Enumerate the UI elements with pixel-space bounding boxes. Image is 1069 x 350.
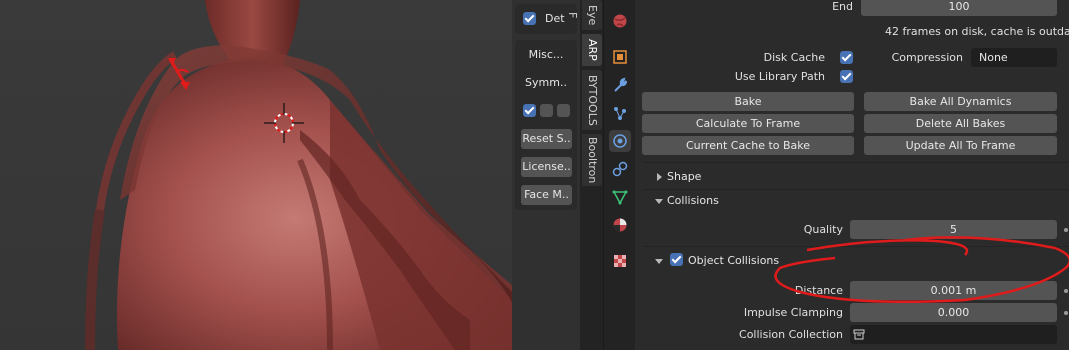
sidebar-tabs: Eye F ARP BYTOOLS Booltron — [566, 0, 603, 350]
end-label: End — [832, 0, 853, 13]
calculate-to-frame-button[interactable]: Calculate To Frame — [642, 114, 854, 133]
divider — [643, 246, 1069, 247]
cache-status-text: 42 frames on disk, cache is outdated! — [885, 25, 1069, 38]
det-row: Det — [515, 4, 577, 34]
shape-section-header[interactable]: Shape — [635, 166, 1069, 188]
quality-field[interactable]: 5 — [850, 220, 1057, 239]
compression-label: Compression — [891, 51, 963, 64]
collisions-section-header[interactable]: Collisions — [635, 190, 1069, 212]
constraints-icon[interactable] — [609, 158, 631, 180]
use-library-path-label: Use Library Path — [734, 70, 825, 83]
bake-all-dynamics-button[interactable]: Bake All Dynamics — [864, 92, 1057, 111]
current-cache-to-bake-button[interactable]: Current Cache to Bake — [642, 136, 854, 155]
quality-label: Quality — [803, 223, 843, 236]
sidebar-panel: Det Misc... Symm.. Reset S.. License.. F… — [512, 0, 580, 350]
object-collisions-checkbox[interactable] — [670, 253, 683, 266]
disk-cache-checkbox[interactable] — [840, 51, 853, 64]
keyframe-dot-icon[interactable] — [1064, 228, 1068, 232]
symmetry-button[interactable]: Symm.. — [515, 76, 577, 89]
physics-icon[interactable] — [609, 130, 631, 152]
keyframe-dot-icon[interactable] — [1064, 289, 1068, 293]
texture-icon[interactable] — [609, 250, 631, 272]
chevron-down-icon — [655, 199, 663, 204]
tool-buttons-block: Misc... Symm.. Reset S.. License.. Face … — [515, 40, 577, 210]
compression-select[interactable]: None — [971, 48, 1057, 67]
divider — [643, 162, 1069, 163]
viewport-render — [85, 0, 512, 350]
collisions-title: Collisions — [667, 194, 719, 207]
shape-title: Shape — [667, 170, 702, 183]
chevron-right-icon — [657, 173, 662, 181]
distance-label: Distance — [794, 284, 843, 297]
bake-button[interactable]: Bake — [642, 92, 854, 111]
object-collisions-header[interactable]: Object Collisions — [635, 250, 1069, 272]
option-checkbox-2[interactable] — [540, 104, 553, 117]
world-icon[interactable] — [609, 10, 631, 32]
chevron-down-icon — [655, 259, 663, 264]
3d-viewport[interactable] — [0, 0, 512, 350]
tab-bytools[interactable]: BYTOOLS — [582, 70, 602, 130]
license-button[interactable]: License.. — [521, 157, 572, 177]
modifier-icon[interactable] — [609, 74, 631, 96]
collection-icon — [853, 329, 865, 340]
det-checkbox[interactable] — [523, 12, 536, 25]
keyframe-dot-icon[interactable] — [1064, 311, 1068, 315]
object-collisions-title: Object Collisions — [688, 254, 780, 267]
disk-cache-label: Disk Cache — [763, 51, 825, 64]
collision-collection-field[interactable] — [850, 325, 1057, 344]
use-library-path-checkbox[interactable] — [840, 70, 853, 83]
reset-button[interactable]: Reset S.. — [521, 129, 572, 149]
collision-collection-label: Collision Collection — [739, 328, 843, 341]
data-icon[interactable] — [609, 186, 631, 208]
delete-all-bakes-button[interactable]: Delete All Bakes — [864, 114, 1057, 133]
update-all-to-frame-button[interactable]: Update All To Frame — [864, 136, 1057, 155]
object-icon[interactable] — [609, 46, 631, 68]
impulse-clamping-label: Impulse Clamping — [743, 306, 843, 319]
misc-button[interactable]: Misc... — [515, 48, 577, 61]
impulse-clamping-field[interactable]: 0.000 — [850, 303, 1057, 322]
tab-booltron[interactable]: Booltron — [582, 134, 602, 186]
material-icon[interactable] — [609, 214, 631, 236]
properties-panel: End 100 42 frames on disk, cache is outd… — [635, 0, 1069, 350]
tab-arp[interactable]: ARP — [582, 34, 602, 66]
option-checkbox-1[interactable] — [523, 104, 536, 117]
distance-field[interactable]: 0.001 m — [850, 281, 1057, 300]
tab-eye[interactable]: Eye F — [566, 0, 602, 30]
properties-tabs — [603, 0, 635, 350]
face-map-button[interactable]: Face M.. — [521, 185, 572, 205]
particles-icon[interactable] — [609, 102, 631, 124]
option-checkbox-3[interactable] — [557, 104, 570, 117]
end-field[interactable]: 100 — [861, 0, 1057, 16]
